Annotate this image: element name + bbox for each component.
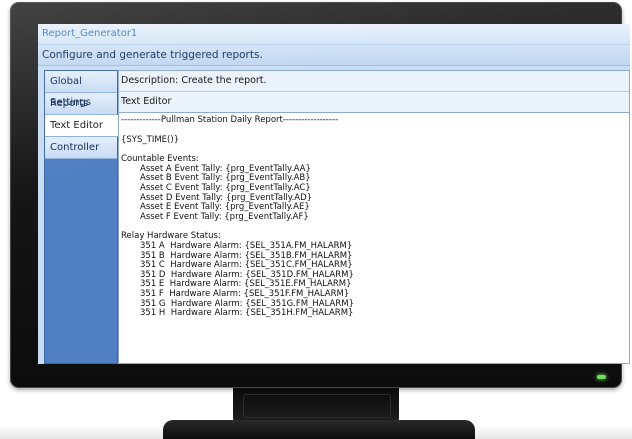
- main-area: Global Settings Reports Text Editor Cont…: [38, 66, 630, 364]
- tab-controller[interactable]: Controller: [45, 137, 117, 159]
- monitor-neck-panel: [243, 394, 391, 418]
- monitor-stand: [163, 420, 475, 439]
- editor-line: Asset F Event Tally: {prg_EventTally.AF}: [140, 211, 309, 222]
- tab-text-editor[interactable]: Text Editor: [45, 115, 119, 137]
- editor-header-line: -------------Pullman Station Daily Repor…: [121, 115, 339, 125]
- editor-line: 351 H Hardware Alarm: {SEL_351H.FM_HALAR…: [140, 308, 354, 319]
- text-editor-area[interactable]: -------------Pullman Station Daily Repor…: [119, 114, 627, 363]
- app-window: Report_Generator1 Configure and generate…: [38, 24, 630, 364]
- editor-blank: [121, 126, 627, 136]
- tab-global-settings[interactable]: Global Settings: [45, 71, 117, 108]
- tab-strip: Global Settings Reports Text Editor Cont…: [44, 70, 119, 364]
- tab-reports[interactable]: Reports: [45, 93, 117, 115]
- section-label: Text Editor: [119, 92, 629, 113]
- content-panel: Description: Create the report. Text Edi…: [118, 70, 630, 364]
- description-text: Description: Create the report.: [119, 71, 629, 92]
- editor-time-line: {SYS_TIME()}: [121, 134, 180, 145]
- page-subtitle: Configure and generate triggered reports…: [38, 45, 630, 66]
- power-led-icon: [597, 375, 606, 379]
- window-title: Report_Generator1: [38, 24, 630, 45]
